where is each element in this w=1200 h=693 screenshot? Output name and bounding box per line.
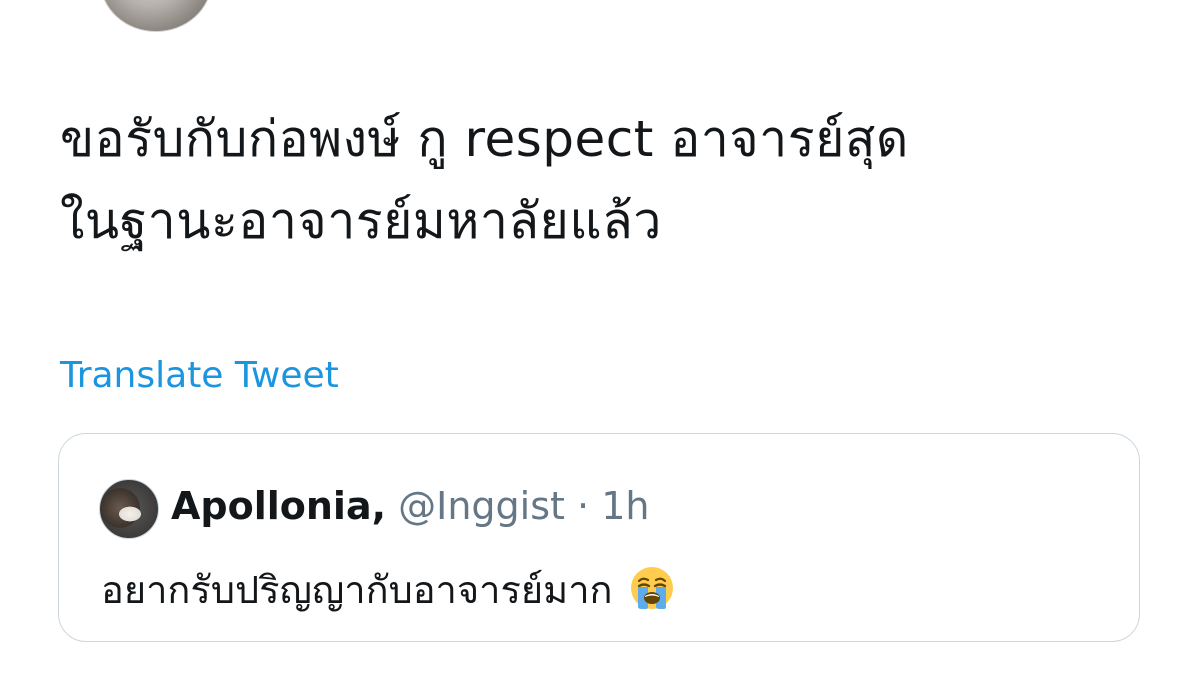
quoted-tweet-text-content: อยากรับปริญญากับอาจารย์มาก [101,568,613,612]
quoted-tweet-timestamp[interactable]: 1h [601,484,649,528]
loudly-crying-face-icon [629,565,675,611]
quoted-tweet-card[interactable]: Apollonia, @Inggist · 1h อยากรับปริญญากั… [58,433,1140,642]
tweet-text-line: ในฐานะอาจารย์มหาลัยแล้ว [60,192,662,250]
quoted-author-name[interactable]: Apollonia, [171,484,386,528]
quoted-tweet-header: Apollonia, @Inggist · 1h [171,480,649,532]
tweet-text-line: ขอรับกับก่อพงษ์ กู respect อาจารย์สุด [60,110,909,168]
translate-tweet-link[interactable]: Translate Tweet [60,352,339,400]
separator-dot: · [577,484,590,528]
tweet-text: ขอรับกับก่อพงษ์ กู respect อาจารย์สุด ใน… [60,98,1140,262]
quoted-author-handle[interactable]: @Inggist [398,484,565,528]
author-avatar[interactable] [100,0,212,32]
quoted-tweet-text: อยากรับปริญญากับอาจารย์มาก [101,562,675,618]
quoted-author-avatar[interactable] [99,479,159,539]
